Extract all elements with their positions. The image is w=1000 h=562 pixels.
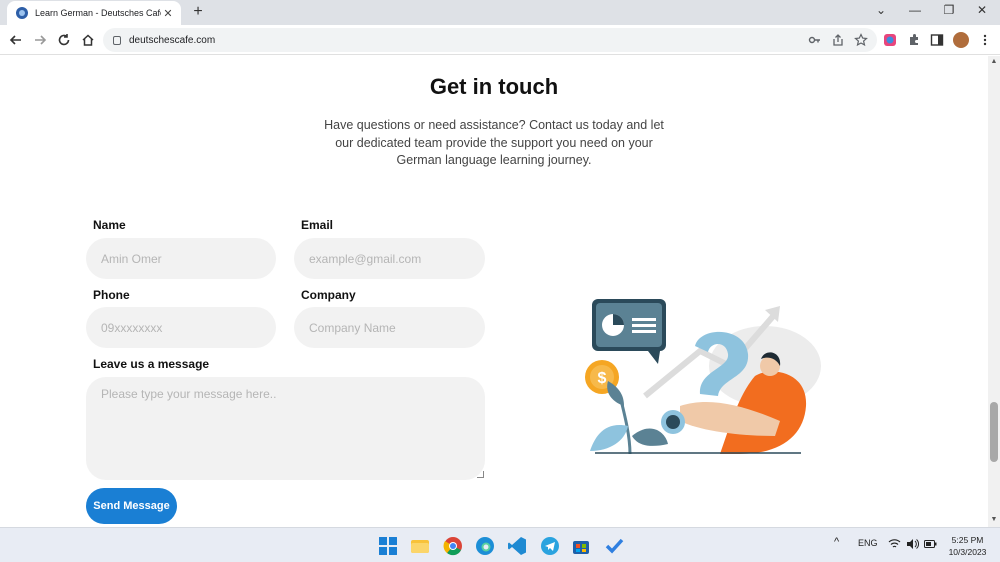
- home-icon[interactable]: [79, 33, 97, 47]
- windows-taskbar: ^ ENG 5:25 PM 10/3/2023: [0, 527, 1000, 562]
- tab-title: Learn German - Deutsches Cafe: [35, 8, 161, 18]
- company-label: Company: [301, 288, 356, 302]
- tray-chevron-icon[interactable]: ^: [834, 536, 839, 548]
- tab-search-icon[interactable]: ⌄: [871, 3, 891, 17]
- profile-avatar[interactable]: [953, 32, 969, 48]
- minimize-button[interactable]: —: [905, 3, 925, 17]
- url-text: deutschescafe.com: [129, 34, 216, 46]
- browser-tab-bar: Learn German - Deutsches Cafe ✕ + ⌄ — ❐ …: [0, 0, 1000, 25]
- scrollbar-thumb[interactable]: [990, 402, 998, 462]
- company-input[interactable]: [294, 307, 485, 348]
- microsoft-store-icon[interactable]: [571, 536, 591, 556]
- clock-time: 5:25 PM: [951, 535, 984, 545]
- page-scrollbar[interactable]: ▲ ▼: [988, 56, 1000, 527]
- file-explorer-icon[interactable]: [410, 536, 430, 556]
- page-content: Get in touch Have questions or need assi…: [0, 56, 988, 527]
- vscode-icon[interactable]: [507, 536, 527, 556]
- message-label: Leave us a message: [93, 357, 210, 371]
- side-panel-icon[interactable]: [930, 33, 944, 47]
- section-description: Have questions or need assistance? Conta…: [324, 118, 664, 167]
- phone-input[interactable]: [86, 307, 276, 348]
- language-indicator[interactable]: ENG: [858, 538, 878, 548]
- menu-kebab-icon[interactable]: [978, 33, 992, 47]
- name-input[interactable]: [86, 238, 276, 279]
- wifi-icon[interactable]: [888, 538, 901, 550]
- chrome-icon[interactable]: [443, 536, 463, 556]
- close-window-button[interactable]: ✕: [972, 3, 992, 17]
- reload-icon[interactable]: [55, 33, 73, 47]
- system-clock[interactable]: 5:25 PM 10/3/2023: [940, 534, 995, 558]
- tab-close-icon[interactable]: ✕: [161, 7, 175, 20]
- plant-leaf: [590, 425, 628, 451]
- site-favicon-icon: [16, 7, 28, 19]
- share-icon[interactable]: [831, 33, 845, 47]
- volume-icon[interactable]: [906, 538, 919, 550]
- phone-label: Phone: [93, 288, 130, 302]
- address-bar[interactable]: deutschescafe.com: [103, 28, 877, 52]
- section-heading: Get in touch: [429, 74, 559, 99]
- new-tab-button[interactable]: +: [189, 3, 207, 21]
- dollar-sign: $: [598, 370, 607, 387]
- lock-icon: [113, 35, 121, 45]
- scroll-up-arrow-icon[interactable]: ▲: [988, 58, 1000, 65]
- todo-check-icon[interactable]: [604, 536, 624, 556]
- email-input[interactable]: [294, 238, 485, 279]
- support-illustration: $: [585, 299, 821, 455]
- battery-icon[interactable]: [924, 539, 937, 549]
- extension-color-icon[interactable]: [883, 33, 897, 47]
- back-arrow-icon[interactable]: [7, 33, 25, 47]
- telegram-icon[interactable]: [540, 536, 560, 556]
- scroll-down-arrow-icon[interactable]: ▼: [988, 516, 1000, 523]
- send-message-button[interactable]: Send Message: [86, 488, 177, 524]
- restore-button[interactable]: ❐: [939, 3, 959, 17]
- textarea-resize-handle[interactable]: [477, 471, 484, 478]
- email-label: Email: [301, 218, 334, 232]
- browser-tab[interactable]: Learn German - Deutsches Cafe ✕: [7, 1, 181, 25]
- bookmark-star-icon[interactable]: [854, 33, 868, 47]
- edge-icon[interactable]: [475, 536, 495, 556]
- clock-date: 10/3/2023: [948, 547, 987, 557]
- password-key-icon[interactable]: [808, 33, 822, 47]
- name-label: Name: [93, 218, 126, 232]
- windows-start-icon[interactable]: [378, 536, 398, 556]
- browser-toolbar: deutschescafe.com: [0, 25, 1000, 55]
- message-textarea[interactable]: [86, 377, 485, 480]
- extensions-puzzle-icon[interactable]: [907, 33, 921, 47]
- forward-arrow-icon[interactable]: [31, 33, 49, 47]
